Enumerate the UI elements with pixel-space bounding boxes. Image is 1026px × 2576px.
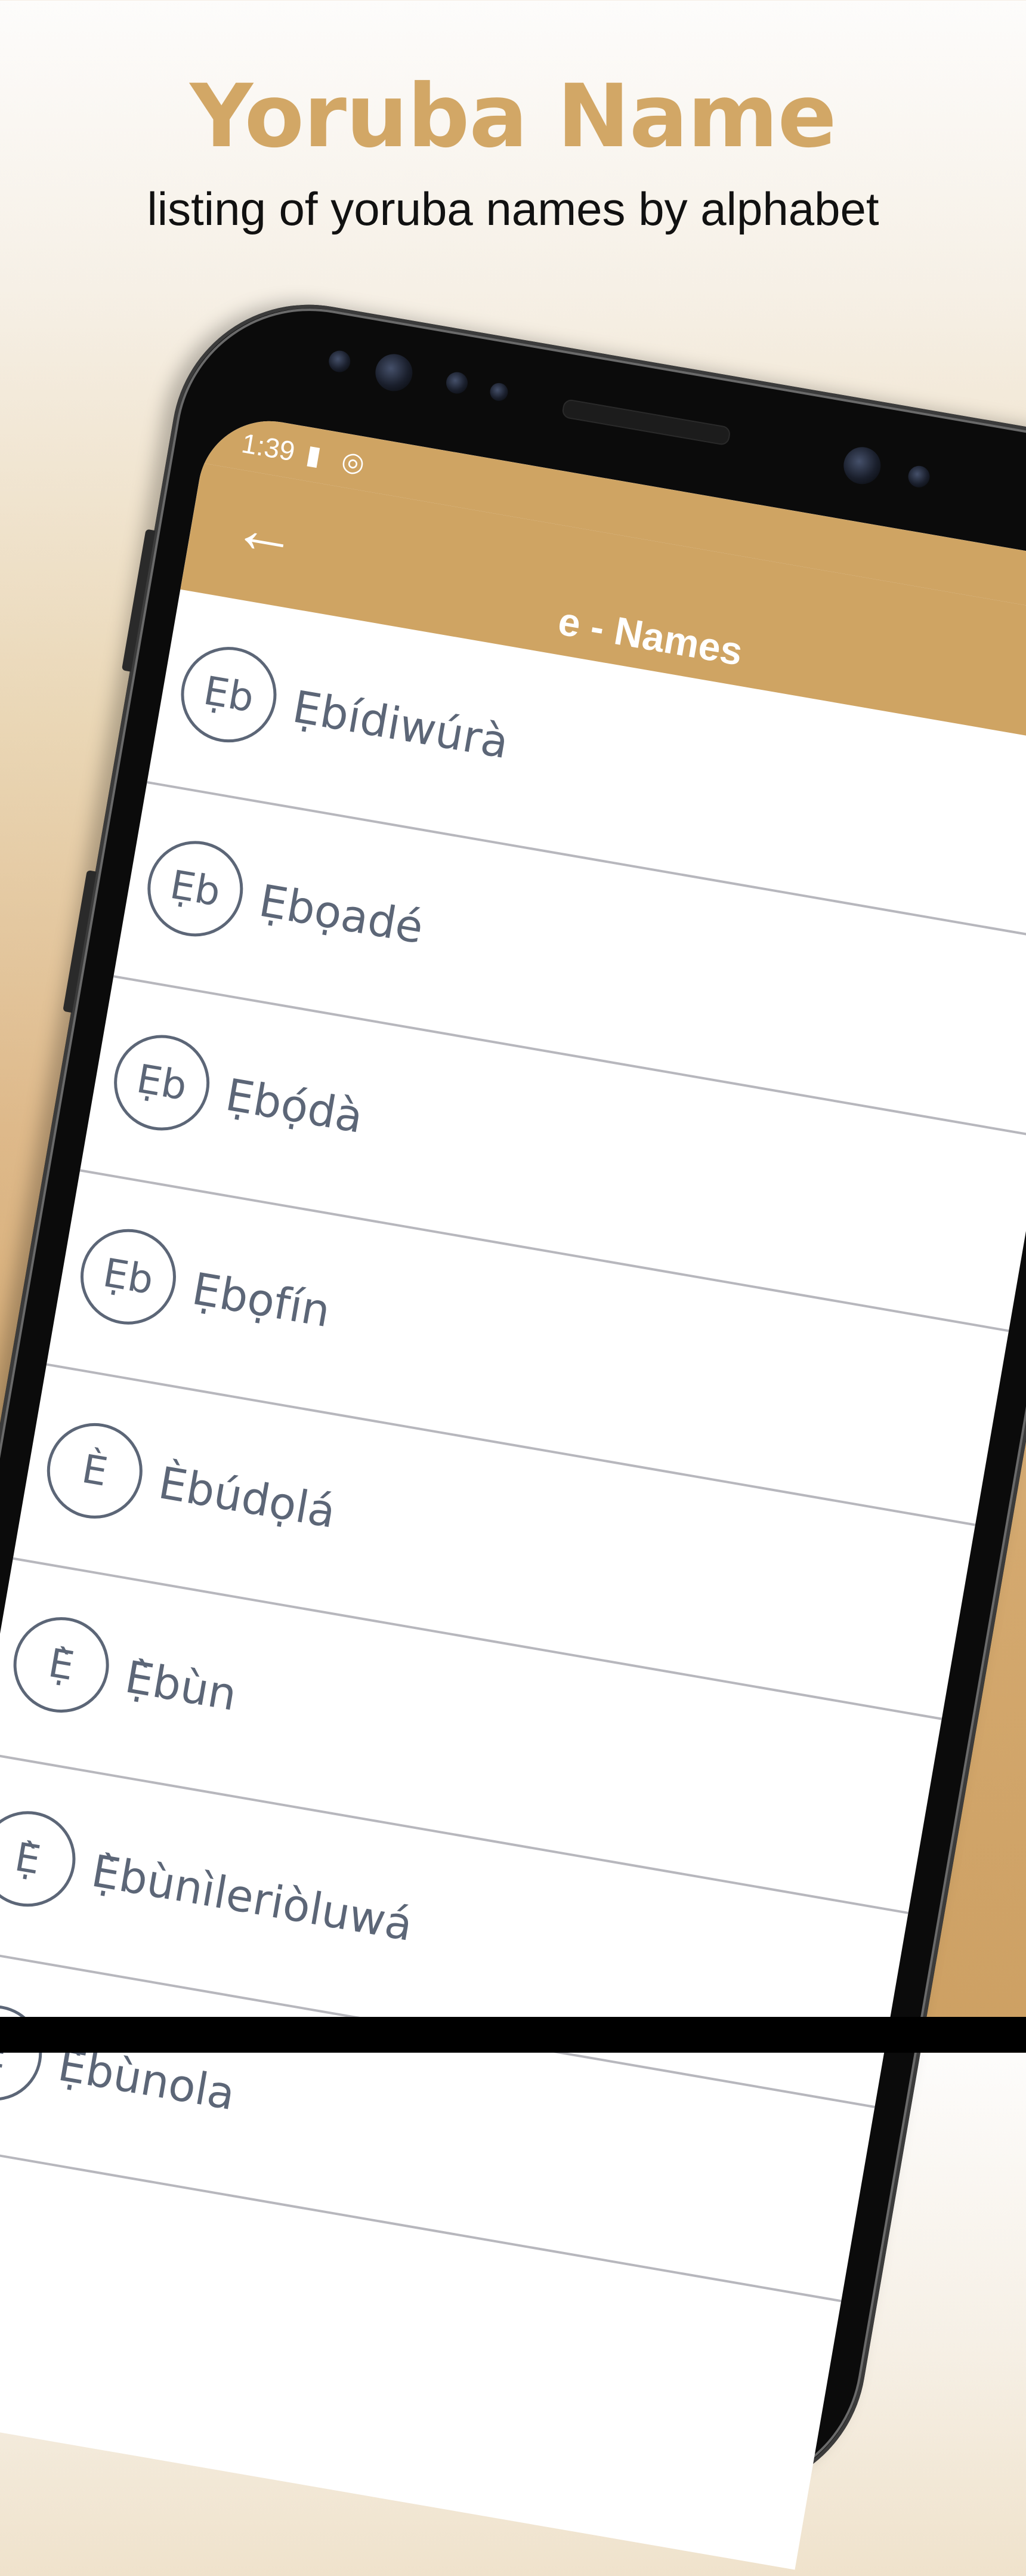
name-label: Ẹbọ́dà <box>222 1069 367 1143</box>
name-initial-avatar: Ẹ̀ <box>0 1803 83 1914</box>
name-initial-avatar: È <box>39 1415 150 1526</box>
name-initial-avatar: Ẹb <box>140 833 251 944</box>
phone-mockup: 1:39 ▮ ◎ ◆ ◢ ← e - Names Ẹb Ẹbídiwúrà Ẹb… <box>0 283 1026 2570</box>
name-initial-avatar: Ẹ̀ <box>6 1609 117 1720</box>
name-label: Ẹbídiwúrà <box>289 681 512 769</box>
name-label: Ẹ̀bùn <box>121 1651 240 1722</box>
bottom-black-strip <box>0 2017 1026 2053</box>
name-initial-avatar: Ẹb <box>73 1221 184 1332</box>
name-label: Ẹbọfín <box>188 1263 334 1338</box>
status-time: 1:39 <box>239 427 298 467</box>
sync-icon: ◎ <box>339 446 367 479</box>
name-initial-avatar: Ẹ̀ <box>0 1998 50 2108</box>
name-initial-avatar: Ẹb <box>106 1028 217 1138</box>
hero-subtitle: listing of yoruba names by alphabet <box>147 183 879 235</box>
name-label: Ẹ̀bùnìleriòluwá <box>88 1845 416 1951</box>
name-label: Èbúdọlá <box>154 1457 339 1538</box>
sd-card-icon: ▮ <box>304 439 324 471</box>
hero-title: Yoruba Name <box>190 66 836 167</box>
name-label: Ẹbọadé <box>255 875 427 954</box>
name-initial-avatar: Ẹb <box>174 639 284 750</box>
